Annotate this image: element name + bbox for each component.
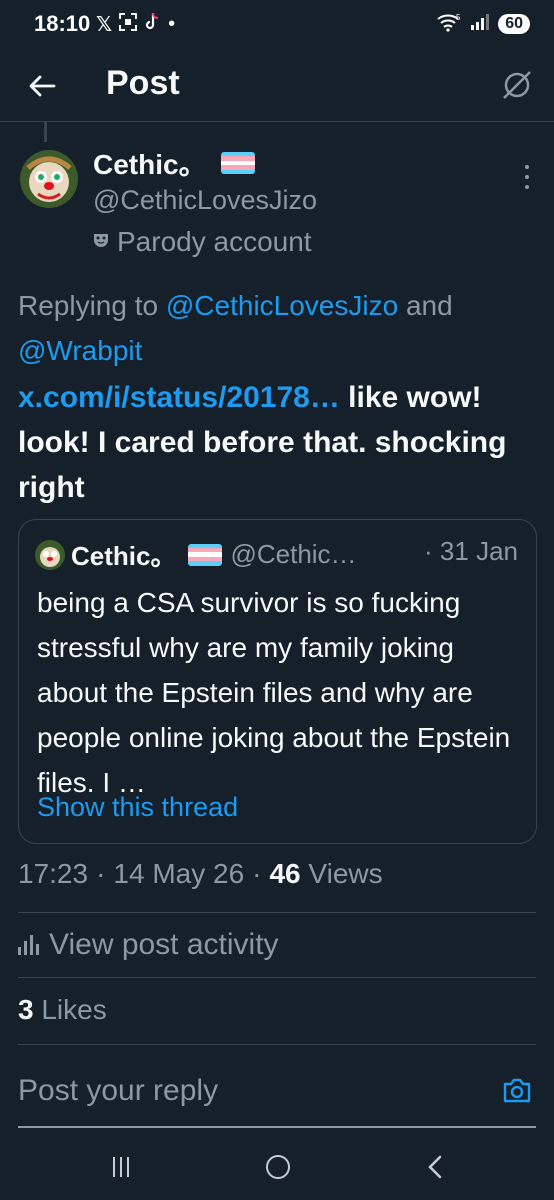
status-bar: 18:10 𝕏 • 5 60 xyxy=(0,0,554,50)
replying-prefix: Replying to xyxy=(18,290,159,321)
reply-underline xyxy=(18,1126,536,1128)
post-date: 14 May 26 xyxy=(113,858,245,889)
likes-label: Likes xyxy=(41,994,107,1025)
system-icons: 5 60 xyxy=(436,11,530,37)
status-time: 18:10 xyxy=(34,11,91,36)
views-label: Views xyxy=(308,858,383,889)
quote-date: · 31 Jan xyxy=(424,536,518,566)
tiktok-icon xyxy=(144,12,162,37)
reply-input[interactable] xyxy=(18,1074,458,1108)
divider xyxy=(18,977,536,978)
battery-icon: 60 xyxy=(498,14,530,34)
signal-icon xyxy=(470,13,490,36)
mention-link[interactable]: @Wrabpit xyxy=(18,335,142,366)
mask-icon xyxy=(93,232,109,253)
trans-flag-icon xyxy=(188,543,223,566)
quote-avatar xyxy=(35,539,65,570)
system-nav-bar xyxy=(0,1130,554,1200)
meta-separator: · xyxy=(252,858,262,889)
views: 46 Views xyxy=(269,858,382,890)
parody-text: Parody account xyxy=(117,226,312,257)
replying-and: and xyxy=(405,290,453,321)
status-link[interactable]: x.com/i/status/20178… xyxy=(18,381,340,414)
dot-icon: • xyxy=(168,12,176,35)
parody-label: Parody account xyxy=(93,226,312,258)
notification-icons: 𝕏 • xyxy=(96,12,175,36)
more-options-icon[interactable] xyxy=(522,165,532,189)
quoted-post[interactable]: Cethic。 @Cethic… · 31 Jan being a CSA su… xyxy=(18,519,537,844)
camera-icon[interactable] xyxy=(502,1076,532,1104)
likes-count-link[interactable]: 3 Likes xyxy=(18,994,107,1026)
quote-text: being a CSA survivor is so fucking stres… xyxy=(37,587,511,798)
quote-author-name: Cethic。 xyxy=(71,541,177,571)
home-icon[interactable] xyxy=(266,1155,290,1179)
views-count: 46 xyxy=(269,858,301,889)
author-name[interactable]: Cethic。 xyxy=(93,143,255,183)
grok-icon[interactable] xyxy=(500,68,534,102)
quote-author-handle: @Cethic… xyxy=(230,539,357,569)
mention-link[interactable]: @CethicLovesJizo xyxy=(166,290,398,321)
thread-connector xyxy=(44,122,47,142)
author-handle[interactable]: @CethicLovesJizo xyxy=(93,185,317,216)
back-arrow-icon[interactable] xyxy=(26,70,58,102)
post-screen: 18:10 𝕏 • 5 60 Post Cethic。 @CethicLoves… xyxy=(0,0,554,1200)
wifi-icon: 5 xyxy=(436,12,462,37)
quote-header: Cethic。 @Cethic… xyxy=(35,536,357,573)
screenshot-icon xyxy=(118,12,138,37)
post-time: 17:23 xyxy=(18,858,89,889)
divider xyxy=(18,912,536,913)
view-post-activity-button[interactable]: View post activity xyxy=(18,928,279,962)
analytics-icon xyxy=(18,935,39,955)
replying-context: Replying to @CethicLovesJizo and @Wrabpi… xyxy=(18,283,538,373)
header: Post xyxy=(0,50,554,122)
svg-text:5: 5 xyxy=(456,13,461,22)
divider xyxy=(18,1044,536,1045)
nav-back-icon[interactable] xyxy=(424,1154,446,1180)
author-display-name: Cethic。 xyxy=(93,149,207,180)
recent-apps-icon[interactable] xyxy=(113,1157,129,1177)
page-title: Post xyxy=(106,64,180,102)
avatar[interactable] xyxy=(20,150,78,208)
activity-label: View post activity xyxy=(49,928,279,961)
x-logo-icon: 𝕏 xyxy=(96,13,113,36)
post-text: x.com/i/status/20178… like wow! look! I … xyxy=(18,375,538,510)
meta-separator: · xyxy=(96,858,106,889)
likes-count: 3 xyxy=(18,994,34,1025)
trans-flag-icon xyxy=(220,152,255,174)
show-thread-link[interactable]: Show this thread xyxy=(37,792,238,823)
post-meta: 17:23 · 14 May 26 · 46 Views xyxy=(18,858,383,890)
